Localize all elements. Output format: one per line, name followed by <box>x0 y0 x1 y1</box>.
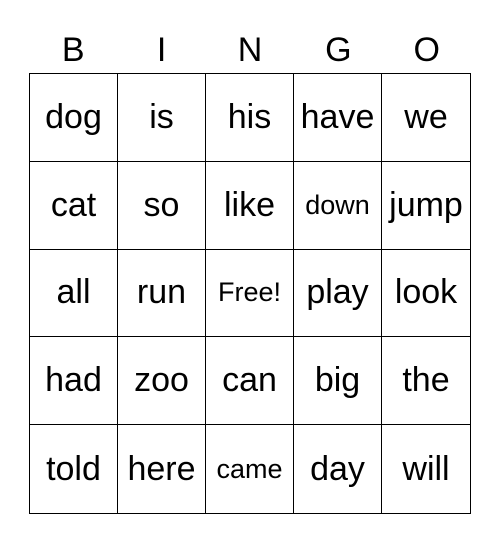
bingo-cell[interactable]: play <box>294 249 382 338</box>
bingo-grid: dog is his have we cat so like down jump all run Fre… <box>29 73 471 514</box>
bingo-cell[interactable]: jump <box>382 162 470 250</box>
bingo-cell[interactable]: told <box>30 425 118 513</box>
bingo-cell[interactable]: we <box>382 74 470 162</box>
bingo-cell[interactable]: the <box>382 337 470 426</box>
bingo-cell[interactable]: run <box>118 249 206 338</box>
header-letter: B <box>61 31 85 69</box>
bingo-cell[interactable]: all <box>30 249 118 338</box>
header-letter: I <box>156 31 167 69</box>
bingo-cell[interactable]: day <box>294 425 382 513</box>
bingo-cell[interactable]: dog <box>30 74 118 162</box>
bingo-cell[interactable]: big <box>294 337 382 426</box>
header-letter: O <box>413 31 440 69</box>
bingo-cell[interactable]: will <box>382 425 470 513</box>
bingo-cell[interactable]: down <box>294 161 382 250</box>
bingo-cell[interactable]: had <box>30 337 118 426</box>
bingo-cell[interactable]: like <box>206 161 294 250</box>
bingo-cell[interactable]: cat <box>30 161 118 250</box>
header-letter: G <box>325 31 352 69</box>
bingo-cell[interactable]: so <box>118 161 206 250</box>
bingo-cell[interactable]: his <box>206 74 294 162</box>
bingo-cell[interactable]: look <box>382 250 470 338</box>
bingo-cell[interactable]: came <box>206 425 294 513</box>
free-space-cell[interactable]: Free! <box>206 249 294 338</box>
bingo-cell[interactable]: can <box>206 337 294 426</box>
bingo-cell[interactable]: have <box>294 74 382 162</box>
bingo-header: BINGO <box>29 28 471 72</box>
bingo-cell[interactable]: zoo <box>118 337 206 426</box>
bingo-cell[interactable]: here <box>118 425 206 513</box>
header-letter: N <box>237 31 263 69</box>
bingo-cell[interactable]: is <box>118 74 206 162</box>
